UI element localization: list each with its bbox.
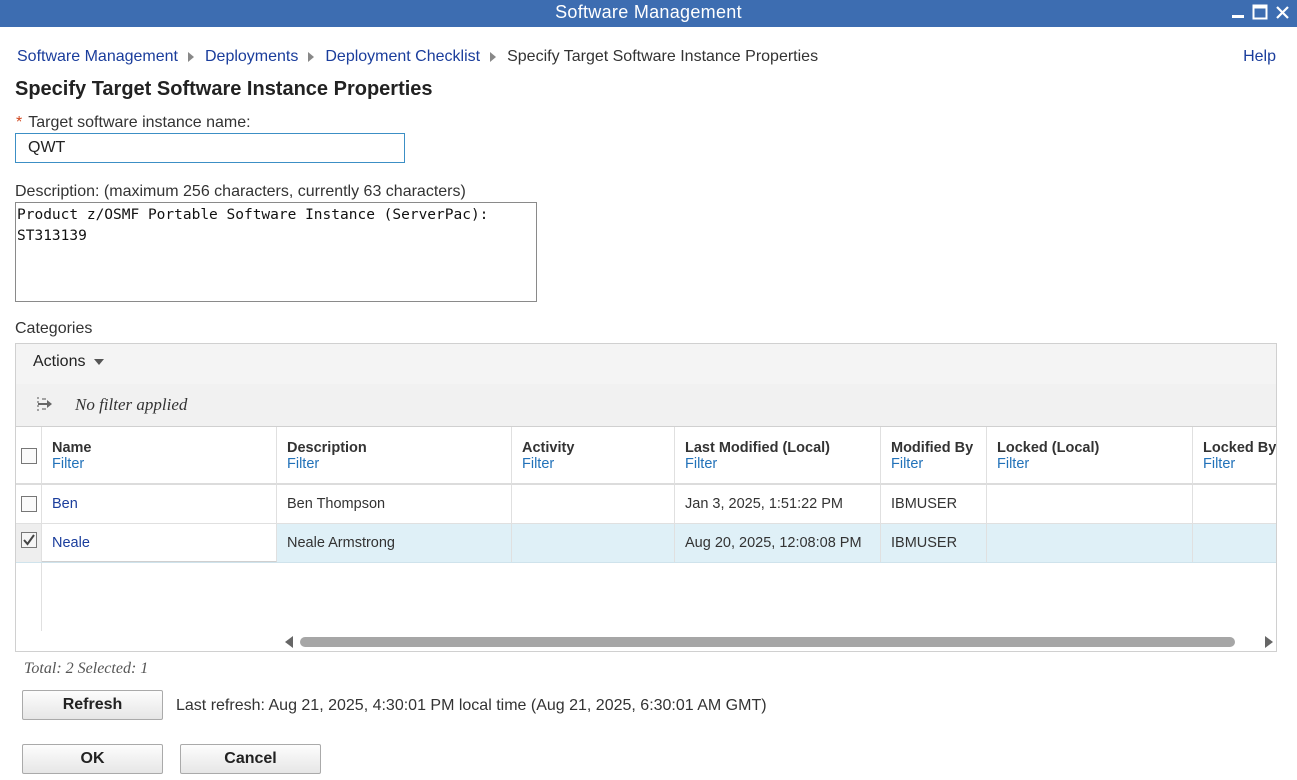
scrollbar-thumb[interactable] — [300, 637, 1235, 647]
cell-name[interactable]: Ben — [42, 485, 277, 523]
breadcrumb-software-management[interactable]: Software Management — [17, 48, 178, 66]
column-header-last-modified[interactable]: Last Modified (Local) Filter — [675, 427, 881, 485]
scroll-left-icon[interactable] — [285, 636, 293, 648]
instance-name-input[interactable] — [15, 133, 405, 163]
column-header-locked[interactable]: Locked (Local) Filter — [987, 427, 1193, 485]
column-filter-name[interactable]: Filter — [52, 456, 84, 472]
select-all-checkbox[interactable] — [21, 448, 37, 464]
column-filter-modified-by[interactable]: Filter — [891, 456, 923, 472]
cell-locked-by — [1193, 485, 1276, 523]
column-filter-last-modified[interactable]: Filter — [685, 456, 717, 472]
column-header-name[interactable]: Name Filter — [42, 427, 277, 485]
cell-description: Neale Armstrong — [277, 524, 512, 562]
cell-last-modified: Aug 20, 2025, 12:08:08 PM — [675, 524, 881, 562]
cell-description: Ben Thompson — [277, 485, 512, 523]
window-title: Software Management — [555, 2, 742, 22]
cell-locked — [987, 485, 1193, 523]
actions-label: Actions — [33, 353, 86, 370]
breadcrumb-separator-icon — [187, 52, 194, 62]
refresh-button[interactable]: Refresh — [22, 690, 163, 720]
column-filter-activity[interactable]: Filter — [522, 456, 554, 472]
horizontal-scrollbar[interactable] — [282, 631, 1276, 651]
cell-last-modified: Jan 3, 2025, 1:51:22 PM — [675, 485, 881, 523]
name-field-label: * Target software instance name: — [16, 114, 251, 132]
description-textarea[interactable]: Product z/OSMF Portable Software Instanc… — [15, 202, 537, 302]
column-title-name: Name — [52, 440, 92, 456]
filter-status: No filter applied — [75, 395, 188, 414]
minimize-icon[interactable] — [1229, 2, 1247, 22]
maximize-icon[interactable] — [1251, 2, 1269, 22]
breadcrumb-separator-icon — [490, 52, 497, 62]
row-select-cell — [16, 524, 42, 562]
column-header-description[interactable]: Description Filter — [277, 427, 512, 485]
column-header-activity[interactable]: Activity Filter — [512, 427, 675, 485]
column-filter-locked-by[interactable]: Filter — [1203, 456, 1235, 472]
column-header-modified-by[interactable]: Modified By Filter — [881, 427, 987, 485]
categories-label: Categories — [15, 320, 93, 337]
description-label: Description: (maximum 256 characters, cu… — [15, 183, 466, 200]
page-title: Specify Target Software Instance Propert… — [15, 78, 433, 100]
column-filter-description[interactable]: Filter — [287, 456, 319, 472]
row-checkbox-checked[interactable] — [21, 532, 37, 548]
column-title-activity: Activity — [522, 440, 575, 456]
window-title-bar: Software Management — [0, 0, 1297, 27]
name-label-text: Target software instance name: — [28, 114, 251, 131]
row-checkbox[interactable] — [21, 496, 37, 512]
table-totals: Total: 2 Selected: 1 — [24, 660, 149, 677]
ok-button[interactable]: OK — [22, 744, 163, 774]
column-header-locked-by[interactable]: Locked By Filter — [1193, 427, 1277, 485]
scroll-right-icon[interactable] — [1265, 636, 1273, 648]
categories-table: Actions No filter applied Name Filter De… — [15, 343, 1277, 652]
cell-modified-by: IBMUSER — [881, 524, 987, 562]
cell-modified-by: IBMUSER — [881, 485, 987, 523]
table-toolbar: Actions — [16, 344, 1276, 385]
breadcrumb-deployments[interactable]: Deployments — [205, 48, 298, 66]
caret-down-icon — [94, 359, 105, 365]
actions-menu[interactable]: Actions — [33, 353, 105, 371]
table-row-selected[interactable]: Neale Neale Armstrong Aug 20, 2025, 12:0… — [16, 524, 1276, 563]
header-select-all-cell — [16, 427, 42, 485]
filter-arrows-icon[interactable] — [35, 395, 55, 417]
column-title-description: Description — [287, 440, 367, 456]
breadcrumb-current: Specify Target Software Instance Propert… — [507, 48, 819, 65]
column-title-locked-by: Locked By — [1203, 440, 1277, 456]
cancel-button[interactable]: Cancel — [180, 744, 321, 774]
breadcrumb: Software Management Deployments Deployme… — [17, 48, 818, 66]
close-icon[interactable] — [1273, 2, 1291, 22]
cell-activity — [512, 485, 675, 523]
column-title-modified-by: Modified By — [891, 440, 974, 456]
checkmark-icon — [23, 534, 35, 546]
help-link[interactable]: Help — [1243, 48, 1276, 66]
cell-name[interactable]: Neale — [42, 524, 277, 562]
table-row[interactable]: Ben Ben Thompson Jan 3, 2025, 1:51:22 PM… — [16, 485, 1276, 524]
breadcrumb-deployment-checklist[interactable]: Deployment Checklist — [325, 48, 480, 66]
last-refresh-text: Last refresh: Aug 21, 2025, 4:30:01 PM l… — [176, 697, 767, 714]
column-title-locked: Locked (Local) — [997, 440, 1100, 456]
column-filter-locked[interactable]: Filter — [997, 456, 1029, 472]
cell-locked — [987, 524, 1193, 562]
row-select-cell — [16, 485, 42, 523]
cell-locked-by — [1193, 524, 1276, 562]
required-marker: * — [16, 114, 23, 131]
cell-activity — [512, 524, 675, 562]
filter-bar: No filter applied — [16, 384, 1276, 427]
breadcrumb-separator-icon — [308, 52, 315, 62]
column-title-last-modified: Last Modified (Local) — [685, 440, 830, 456]
